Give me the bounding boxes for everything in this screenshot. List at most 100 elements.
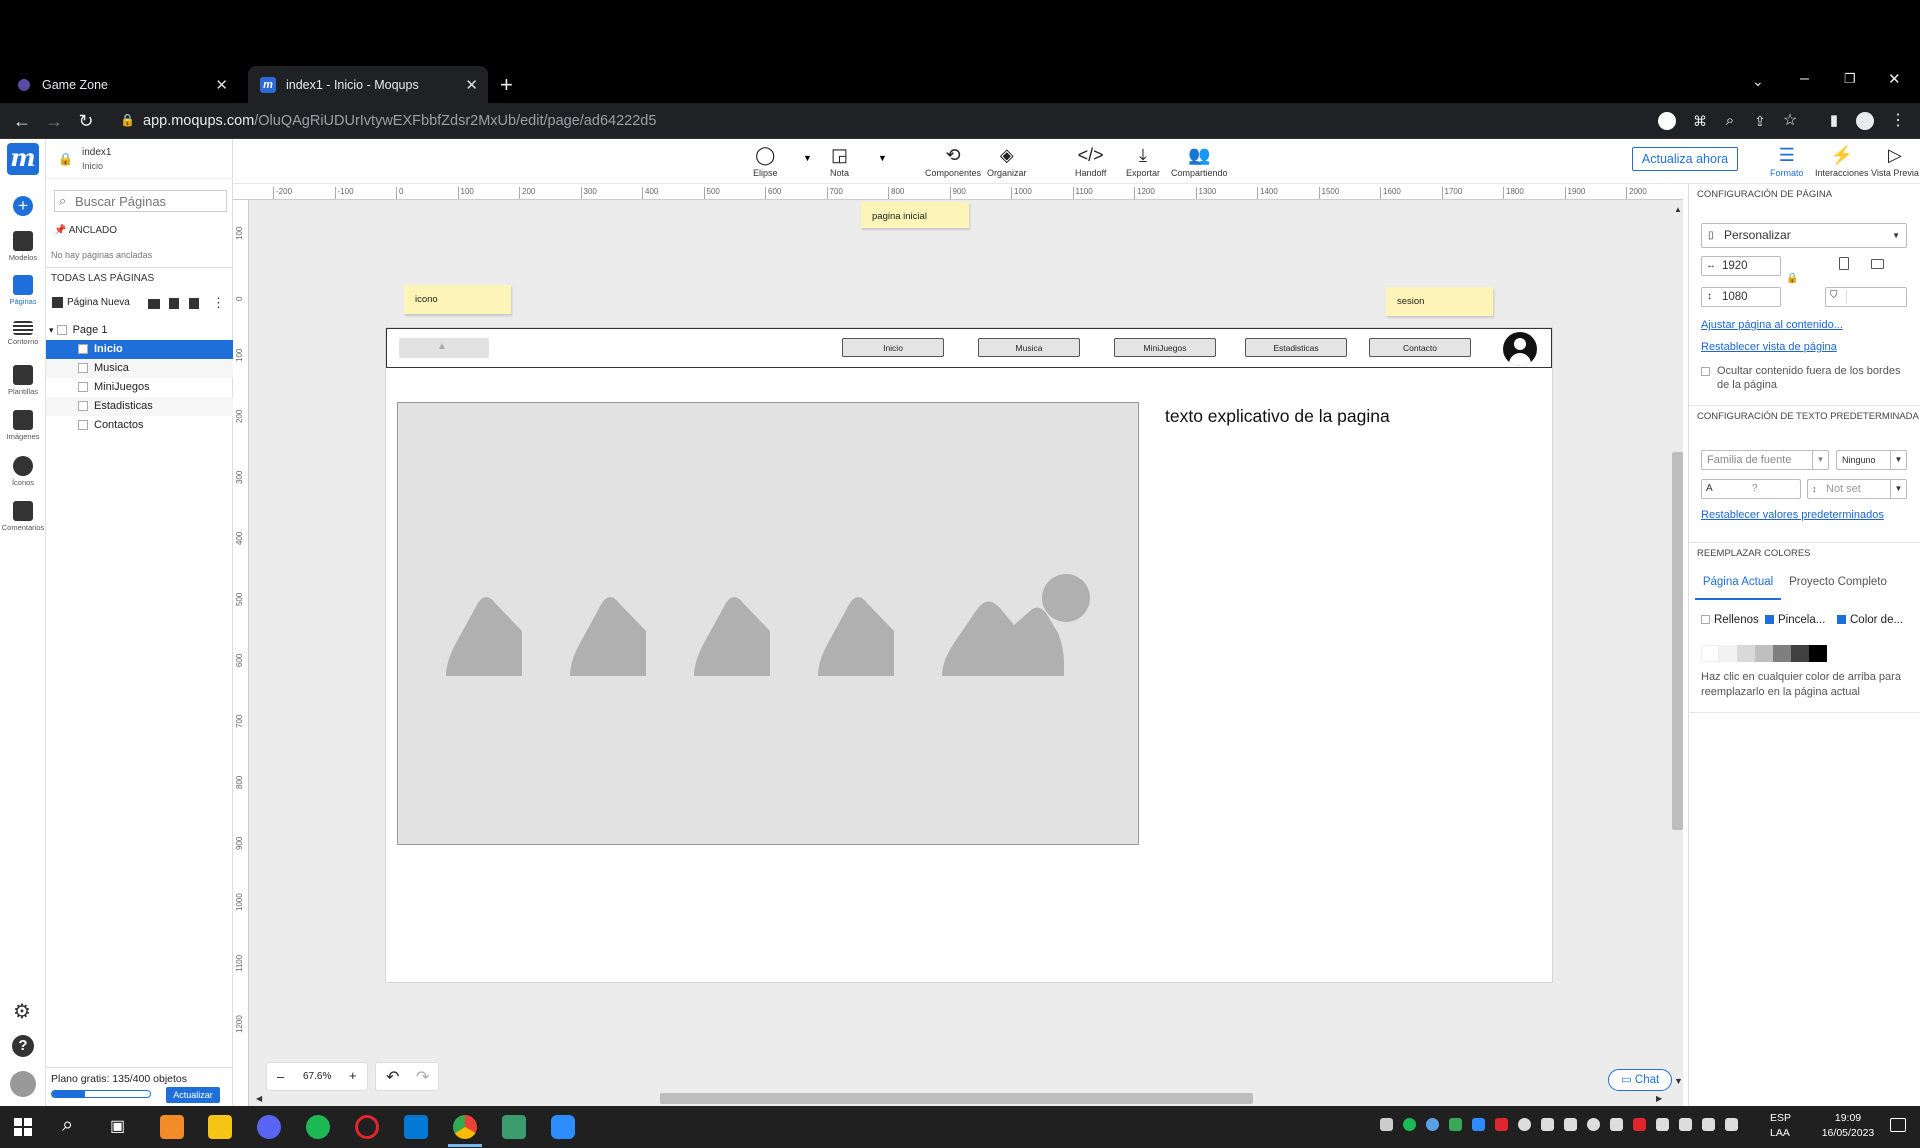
google-icon[interactable]	[1658, 112, 1676, 130]
page-list-item[interactable]: Estadisticas	[46, 397, 233, 416]
page-width-field[interactable]: ↔ 1920	[1701, 256, 1781, 276]
discord-icon[interactable]	[257, 1115, 281, 1139]
nav-button-contacto[interactable]: Contacto	[1369, 338, 1471, 357]
reset-defaults-link[interactable]: Restablecer valores predeterminados	[1701, 509, 1884, 521]
page-list-item[interactable]: Inicio	[46, 340, 233, 359]
user-account-icon[interactable]	[1503, 332, 1537, 366]
arrange-tool[interactable]: ◈ Organizar	[987, 145, 1027, 178]
text-color-checkbox[interactable]	[1837, 615, 1846, 625]
tray-icon[interactable]	[1610, 1118, 1623, 1131]
spotify-icon[interactable]	[306, 1115, 330, 1139]
rail-images[interactable]: Imágenes	[0, 410, 46, 441]
zoom-out-icon[interactable]: –	[277, 1069, 284, 1084]
translate-icon[interactable]: ⌘	[1688, 109, 1712, 133]
tab-current-page[interactable]: Página Actual	[1695, 576, 1781, 600]
reset-view-link[interactable]: Restablecer vista de página	[1701, 341, 1837, 353]
more-icon[interactable]: ⋮	[212, 295, 225, 311]
window-close-icon[interactable]: ✕	[1888, 70, 1901, 88]
tray-icon[interactable]	[1633, 1118, 1646, 1131]
undo-icon[interactable]: ↶	[386, 1067, 399, 1087]
text-color-option[interactable]: Color de...	[1837, 614, 1903, 626]
menu-kebab-icon[interactable]: ⋮	[1886, 109, 1910, 133]
zoom-level[interactable]: 67.6%	[303, 1071, 331, 1082]
update-plan-button[interactable]: Actualizar	[166, 1087, 220, 1103]
hide-outside-checkbox[interactable]	[1701, 367, 1710, 376]
font-family-select[interactable]: Familia de fuente ▼	[1701, 450, 1829, 470]
app-icon[interactable]	[502, 1115, 526, 1139]
horizontal-scrollbar[interactable]	[660, 1093, 1253, 1104]
strokes-checkbox[interactable]	[1765, 615, 1774, 625]
color-swatch[interactable]	[1791, 645, 1809, 662]
bookmark-star-icon[interactable]: ☆	[1778, 109, 1802, 133]
new-page-button[interactable]: Página Nueva	[52, 297, 130, 308]
forward-icon[interactable]: →	[42, 109, 66, 133]
tab-moqups[interactable]: m index1 - Inicio - Moqups ✕	[248, 66, 488, 103]
settings-gear-icon[interactable]: ⚙	[13, 999, 31, 1024]
zoom-in-icon[interactable]: +	[349, 1068, 357, 1083]
search-input[interactable]	[75, 193, 223, 209]
fit-page-link[interactable]: Ajustar página al contenido...	[1701, 319, 1843, 331]
nav-button-musica[interactable]: Musica	[978, 338, 1080, 357]
vertical-scrollbar[interactable]	[1672, 452, 1683, 830]
sticky-note-sesion[interactable]: sesion	[1386, 287, 1493, 316]
tray-icon[interactable]	[1518, 1118, 1531, 1131]
tray-icon[interactable]	[1541, 1118, 1554, 1131]
rail-models[interactable]: Modelos	[0, 231, 46, 262]
search-icon[interactable]: ⌕	[62, 1114, 73, 1137]
carousel-image-placeholder[interactable]	[397, 402, 1139, 845]
color-swatch[interactable]	[1755, 645, 1773, 662]
ellipse-tool[interactable]: ◯ Elipse	[753, 145, 778, 178]
fills-checkbox[interactable]	[1701, 615, 1710, 625]
preview-tab[interactable]: ▷ Vista Previa	[1871, 145, 1919, 178]
profile-icon[interactable]	[1856, 112, 1874, 130]
page-frame[interactable]: ▲ Inicio Musica MiniJuegos Estadisticas …	[385, 327, 1553, 983]
page-list-item[interactable]: MiniJuegos	[46, 378, 233, 397]
chat-button[interactable]: ▭ Chat	[1608, 1069, 1672, 1091]
tray-icon[interactable]	[1426, 1118, 1439, 1131]
page-list-item[interactable]: Contactos	[46, 416, 233, 435]
tray-network-icon[interactable]	[1702, 1118, 1715, 1131]
page-list-item[interactable]: Musica	[46, 359, 233, 378]
color-swatch[interactable]	[1737, 645, 1755, 662]
upgrade-button[interactable]: Actualiza ahora	[1632, 147, 1738, 171]
moqups-logo[interactable]: m	[7, 143, 39, 175]
tray-volume-icon[interactable]	[1725, 1118, 1738, 1131]
vscode-icon[interactable]	[404, 1115, 428, 1139]
zoom-icon[interactable]: ⌕	[1718, 109, 1742, 133]
xampp-icon[interactable]	[160, 1115, 184, 1139]
components-tool[interactable]: ⟲ Componentes	[925, 145, 981, 178]
rail-comments[interactable]: Comentarios	[0, 501, 46, 532]
close-tab-icon[interactable]: ✕	[215, 76, 228, 94]
sticky-note-pagina-inicial[interactable]: pagina inicial	[861, 202, 969, 228]
handoff-tool[interactable]: </> Handoff	[1075, 145, 1106, 178]
rail-icons[interactable]: Íconos	[0, 456, 46, 487]
search-pages-field[interactable]: ⌕	[54, 190, 227, 212]
help-icon[interactable]: ?	[12, 1035, 34, 1057]
tab-whole-project[interactable]: Proyecto Completo	[1783, 576, 1893, 600]
hide-outside-option[interactable]: Ocultar contenido fuera de los bordes de…	[1701, 364, 1911, 392]
note-tool[interactable]: ◲ Nota	[830, 145, 849, 178]
close-tab-icon[interactable]: ✕	[465, 76, 478, 94]
language-indicator[interactable]: ESP LAA	[1770, 1111, 1791, 1141]
nav-button-minijuegos[interactable]: MiniJuegos	[1114, 338, 1216, 357]
zoom-app-icon[interactable]	[551, 1115, 575, 1139]
task-view-icon[interactable]: ▣	[110, 1116, 125, 1136]
logo-image-placeholder[interactable]: ▲	[399, 338, 489, 358]
landscape-icon[interactable]	[1871, 259, 1884, 269]
fills-option[interactable]: Rellenos	[1701, 614, 1759, 626]
tray-icon[interactable]	[1380, 1118, 1393, 1131]
clock[interactable]: 19:09 16/05/2023	[1818, 1111, 1878, 1141]
tray-icon[interactable]	[1564, 1118, 1577, 1131]
tray-mic-icon[interactable]	[1679, 1118, 1692, 1131]
windows-start-icon[interactable]	[14, 1118, 32, 1136]
tray-spotify-icon[interactable]	[1403, 1118, 1416, 1131]
color-swatch[interactable]	[1701, 645, 1719, 662]
color-swatch[interactable]	[1809, 645, 1827, 662]
caret-down-icon[interactable]: ▼	[803, 153, 812, 163]
scroll-left-icon[interactable]: ◀	[256, 1094, 262, 1103]
color-swatch[interactable]	[1773, 645, 1791, 662]
tray-steam-icon[interactable]	[1587, 1118, 1600, 1131]
restore-icon[interactable]: ❐	[1844, 71, 1856, 87]
interactions-tab[interactable]: ⚡ Interacciones	[1815, 145, 1869, 178]
add-icon[interactable]: +	[13, 196, 33, 216]
